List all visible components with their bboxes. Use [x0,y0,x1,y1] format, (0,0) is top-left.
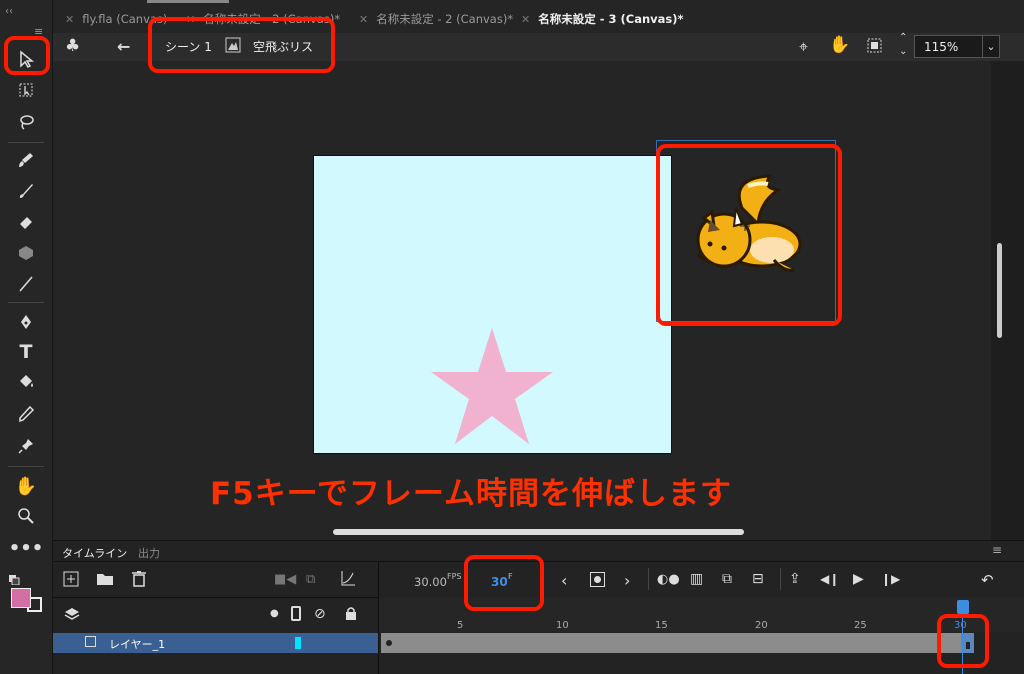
end-frame-highlight [937,614,989,668]
ruler-label: 20 [755,620,768,631]
edit-multiple-frames-icon[interactable]: ▥ [690,571,703,587]
ruler-label: 10 [556,620,569,631]
create-tween-icon[interactable]: ⧉ [722,571,732,587]
tools-panel: ‹‹ ≡ T ✋ ••• [0,0,53,674]
paint-bucket-tool-icon[interactable] [8,368,44,396]
frame-counter-highlight [464,555,544,611]
tab-untitled-3[interactable]: ✕ 名称未設定 - 3 (Canvas)* [521,8,684,30]
stage-canvas[interactable] [313,155,672,454]
fill-color-swatch[interactable] [11,588,31,608]
graph-icon[interactable] [340,570,356,586]
new-folder-icon[interactable] [96,571,114,587]
collapse-icon[interactable]: ‹‹ [5,6,13,17]
selection-tool-highlight [4,36,50,75]
play-icon[interactable]: ▶ [853,571,864,587]
line-tool-icon[interactable] [8,270,44,298]
camera-icon[interactable]: ■◀ [274,572,296,587]
eyedropper-tool-icon[interactable] [8,400,44,428]
step-forward-icon[interactable]: ❙▶ [881,572,900,586]
shape-tool-icon[interactable] [8,239,44,267]
swap-colors-icon[interactable] [9,570,21,586]
visibility-off-icon[interactable]: ⊘ [314,606,326,622]
close-tab-icon[interactable]: ✕ [65,13,74,26]
ruler-label: 15 [655,620,668,631]
zoom-tool-icon[interactable] [8,502,44,530]
playhead[interactable] [957,600,969,614]
lasso-tool-icon[interactable] [8,108,44,136]
layers-icon [64,606,80,622]
zoom-dropdown-icon[interactable]: ⌄ [982,35,1000,58]
fps-value[interactable]: 30.00 [414,575,447,589]
outline-mode-icon[interactable] [291,606,301,621]
panel-menu-icon[interactable]: ≡ [992,543,1002,557]
paint-brush-tool-icon[interactable] [8,146,44,174]
pen-tool-icon[interactable] [8,308,44,336]
delete-layer-icon[interactable] [131,570,147,587]
club-symbol-icon[interactable]: ♣ [65,36,80,56]
layer-type-icon [85,636,96,647]
onion-skin-icon[interactable]: ◐● [657,572,680,587]
hand-tool-icon[interactable]: ✋ [8,472,44,500]
toolbar-divider [8,466,44,467]
divider [648,568,649,590]
keyframe-dot[interactable] [386,640,392,646]
tab-indicator [147,0,229,3]
symbol-highlight [656,144,842,326]
lock-icon[interactable] [345,606,357,621]
tab-output[interactable]: 出力 [138,545,160,561]
eraser-tool-icon[interactable] [8,208,44,236]
previous-keyframe-icon[interactable]: ‹ [561,571,567,590]
star-shape[interactable] [429,326,555,446]
clip-content-icon[interactable] [866,37,883,54]
highlight-layer-icon[interactable]: ● [270,608,279,619]
divider [53,597,378,598]
loop-icon[interactable]: ⇪ [789,571,801,587]
vertical-scrollbar[interactable] [997,243,1002,338]
ruler-label: 5 [457,620,464,631]
next-keyframe-icon[interactable]: › [624,571,630,590]
zoom-value: 115% [924,40,959,54]
pin-tool-icon[interactable] [8,432,44,460]
layer-frame-span[interactable] [381,633,961,653]
more-tools-icon[interactable]: ••• [8,534,44,562]
step-back-icon[interactable]: ◀❙ [820,572,839,586]
ruler-label: 25 [854,620,867,631]
back-arrow-icon[interactable]: ← [117,37,130,56]
breadcrumb-highlight [148,17,335,73]
close-tab-icon[interactable]: ✕ [521,13,530,26]
brush-tool-icon[interactable] [8,177,44,205]
insert-keyframe-icon[interactable] [590,572,605,587]
layer-row[interactable]: レイヤー_1 [53,633,378,653]
layer-color-indicator[interactable] [295,637,301,649]
tab-untitled-2b[interactable]: ✕ 名称未設定 - 2 (Canvas)* [359,8,513,30]
center-stage-icon[interactable]: ⌖ [799,37,808,57]
fps-unit: FPS [447,572,462,581]
horizontal-scrollbar[interactable] [333,529,744,535]
free-transform-tool-icon[interactable] [8,76,44,104]
divider [780,568,781,590]
new-layer-icon[interactable] [63,571,79,587]
layer-parenting-icon[interactable]: ⧉ [306,572,315,587]
text-tool-icon[interactable]: T [8,338,44,366]
layer-name[interactable]: レイヤー_1 [109,636,165,652]
instruction-caption: F5キーでフレーム時間を伸ばします [210,476,732,512]
insert-blank-keyframe-icon[interactable]: ⊟ [752,571,764,587]
undo-icon[interactable]: ↶ [981,571,994,589]
toolbar-divider [8,302,44,303]
close-tab-icon[interactable]: ✕ [359,13,368,26]
rotate-hand-icon[interactable]: ✋ [829,35,850,55]
tab-timeline[interactable]: タイムライン [62,545,127,561]
zoom-stepper-icon[interactable]: ⌃ ⌄ [899,31,907,59]
toolbar-divider [8,142,44,143]
